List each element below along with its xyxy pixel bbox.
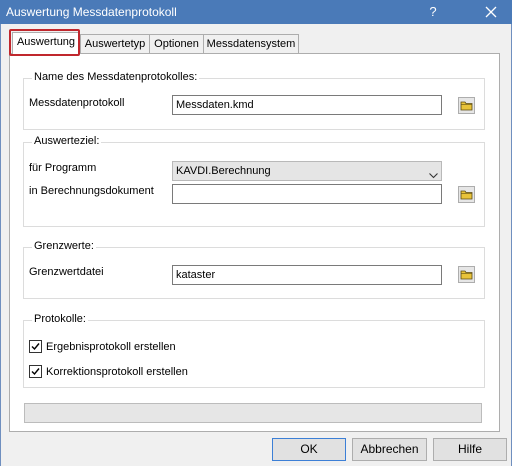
folder-icon — [459, 189, 474, 200]
progress-bar — [24, 403, 482, 423]
group-target-legend: Auswerteziel: — [32, 135, 102, 147]
close-icon — [478, 6, 504, 18]
messdatenprotokoll-field[interactable]: Messdaten.kmd — [172, 95, 442, 115]
programm-label: für Programm — [29, 162, 97, 174]
browse-dokument-button[interactable] — [458, 186, 475, 203]
grenzwertdatei-field[interactable]: kataster — [172, 265, 442, 285]
group-protocols-legend: Protokolle: — [32, 313, 88, 325]
tab-highlight-frame — [9, 29, 80, 56]
grenzwertdatei-label: Grenzwertdatei — [29, 266, 104, 278]
messdatenprotokoll-label: Messdatenprotokoll — [29, 97, 125, 109]
close-button[interactable] — [478, 2, 504, 22]
help-title-button[interactable]: ? — [424, 3, 442, 21]
berechnungsdokument-label: in Berechnungsdokument — [29, 185, 154, 197]
folder-icon — [459, 269, 474, 280]
group-name-legend: Name des Messdatenprotokolles: — [32, 71, 200, 83]
window-title: Auswertung Messdatenprotokoll — [6, 5, 177, 19]
browse-grenzwert-button[interactable] — [458, 266, 475, 283]
ergebnisprotokoll-checkbox[interactable] — [29, 340, 42, 353]
chevron-down-icon — [429, 167, 438, 185]
korrektionsprotokoll-checkbox[interactable] — [29, 365, 42, 378]
ok-button[interactable]: OK — [272, 438, 346, 461]
korrektionsprotokoll-label[interactable]: Korrektionsprotokoll erstellen — [46, 366, 188, 378]
window-border-left — [0, 24, 1, 466]
tab-optionen[interactable]: Optionen — [149, 34, 204, 53]
checkmark-icon — [30, 366, 41, 377]
berechnungsdokument-field[interactable] — [172, 184, 442, 204]
tab-panel: Name des Messdatenprotokolles: Messdaten… — [9, 53, 500, 432]
help-button[interactable]: Hilfe — [433, 438, 507, 461]
title-bar: Auswertung Messdatenprotokoll ? — [0, 0, 512, 24]
browse-messdaten-button[interactable] — [458, 97, 475, 114]
cancel-button[interactable]: Abbrechen — [352, 438, 427, 461]
programm-select-value: KAVDI.Berechnung — [176, 165, 271, 177]
tab-auswertetyp[interactable]: Auswertetyp — [80, 34, 150, 53]
checkmark-icon — [30, 341, 41, 352]
group-limits-legend: Grenzwerte: — [32, 240, 96, 252]
folder-icon — [459, 100, 474, 111]
programm-select[interactable]: KAVDI.Berechnung — [172, 161, 442, 181]
tab-messdatensystem[interactable]: Messdatensystem — [203, 34, 299, 53]
ergebnisprotokoll-label[interactable]: Ergebnisprotokoll erstellen — [46, 341, 176, 353]
